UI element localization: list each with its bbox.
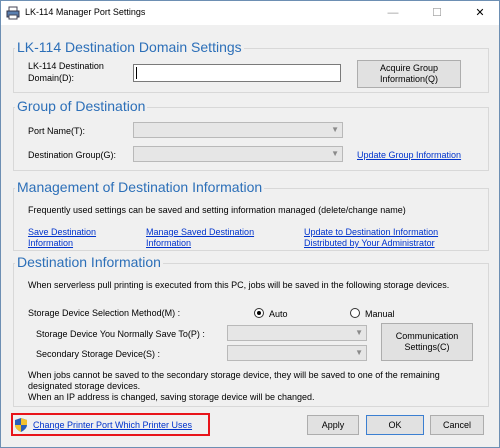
minimize-button[interactable]: — xyxy=(378,1,408,25)
manage-line2: Information xyxy=(146,238,192,248)
maximize-button[interactable]: ☐ xyxy=(422,1,452,25)
printer-app-icon xyxy=(6,6,20,20)
domain-settings-title: LK-114 Destination Domain Settings xyxy=(15,39,244,55)
change-printer-port-link[interactable]: Change Printer Port Which Printer Uses xyxy=(33,420,192,430)
text-caret xyxy=(136,67,137,79)
communication-settings-button[interactable]: Communication Settings(C) xyxy=(381,323,473,361)
note-line1: When jobs cannot be saved to the seconda… xyxy=(28,370,440,380)
update-line2: Distributed by Your Administrator xyxy=(304,238,435,248)
domain-input[interactable] xyxy=(133,64,341,82)
chevron-down-icon: ▼ xyxy=(355,328,363,337)
port-name-dropdown[interactable]: ▼ xyxy=(133,122,343,138)
comm-line2: Settings(C) xyxy=(404,342,450,352)
chevron-down-icon: ▼ xyxy=(355,348,363,357)
auto-radio[interactable] xyxy=(254,308,264,318)
normal-storage-label: Storage Device You Normally Save To(P) : xyxy=(36,329,205,339)
uac-shield-icon xyxy=(15,418,27,432)
update-line1: Update to Destination Information xyxy=(304,227,439,237)
destination-group-label: Destination Group(G): xyxy=(28,150,117,160)
auto-label: Auto xyxy=(269,309,288,319)
update-distributed-link[interactable]: Update to Destination Information Distrib… xyxy=(304,227,438,249)
acquire-group-button[interactable]: Acquire Group Information(Q) xyxy=(357,60,461,88)
domain-label-line2: Domain(D): xyxy=(28,73,75,83)
window-title: LK-114 Manager Port Settings xyxy=(25,7,146,17)
close-button[interactable]: ✕ xyxy=(465,1,495,25)
radio-selected-dot xyxy=(257,311,261,315)
domain-label-line1: LK-114 Destination xyxy=(28,61,104,71)
secondary-storage-dropdown[interactable]: ▼ xyxy=(227,345,367,361)
save-line2: Information xyxy=(28,238,74,248)
manual-label: Manual xyxy=(365,309,395,319)
port-name-label: Port Name(T): xyxy=(28,126,86,136)
acquire-line2: Information(Q) xyxy=(379,74,439,84)
title-bar: LK-114 Manager Port Settings — ☐ ✕ xyxy=(1,1,499,25)
chevron-down-icon: ▼ xyxy=(331,125,339,134)
note-line2: designated storage devices. xyxy=(28,381,141,391)
note-line3: When an IP address is changed, saving st… xyxy=(28,392,315,402)
management-title: Management of Destination Information xyxy=(15,179,265,195)
manual-radio[interactable] xyxy=(350,308,360,318)
comm-line1: Communication xyxy=(395,331,459,341)
destination-description: When serverless pull printing is execute… xyxy=(28,280,450,290)
manage-line1: Manage Saved Destination xyxy=(146,227,255,237)
save-destination-link[interactable]: Save Destination Information xyxy=(28,227,96,249)
secondary-storage-label: Secondary Storage Device(S) : xyxy=(36,349,161,359)
normal-storage-dropdown[interactable]: ▼ xyxy=(227,325,367,341)
save-line1: Save Destination xyxy=(28,227,97,237)
ok-button[interactable]: OK xyxy=(366,415,424,435)
group-destination-title: Group of Destination xyxy=(15,98,148,114)
chevron-down-icon: ▼ xyxy=(331,149,339,158)
destination-info-title: Destination Information xyxy=(15,254,163,270)
dialog-window: LK-114 Manager Port Settings — ☐ ✕ LK-11… xyxy=(0,0,500,448)
method-label: Storage Device Selection Method(M) : xyxy=(28,308,181,318)
update-group-link[interactable]: Update Group Information xyxy=(357,150,461,160)
manage-saved-link[interactable]: Manage Saved Destination Information xyxy=(146,227,254,249)
cancel-button[interactable]: Cancel xyxy=(430,415,484,435)
management-description: Frequently used settings can be saved an… xyxy=(28,205,406,215)
acquire-line1: Acquire Group xyxy=(379,63,439,73)
apply-button[interactable]: Apply xyxy=(307,415,359,435)
destination-group-dropdown[interactable]: ▼ xyxy=(133,146,343,162)
